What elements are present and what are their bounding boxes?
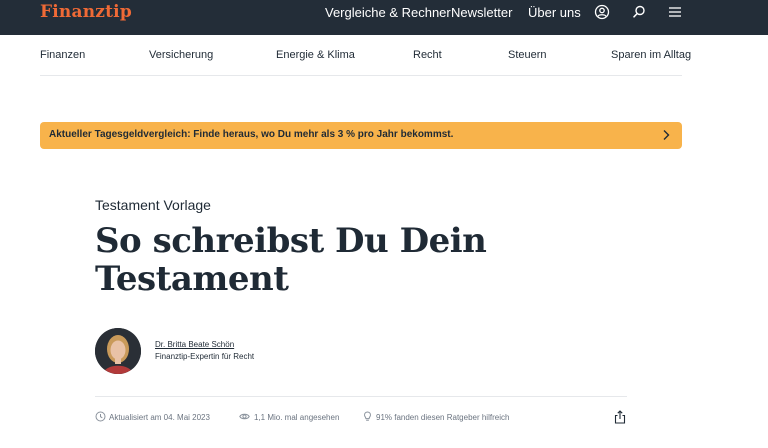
user-icon[interactable] (594, 4, 610, 20)
finanztip-logo[interactable]: Finanztip (40, 2, 132, 22)
nav-ueber-uns[interactable]: Über uns (528, 5, 581, 20)
category-nav-divider (40, 75, 682, 76)
search-icon[interactable] (631, 4, 647, 20)
category-finanzen[interactable]: Finanzen (40, 49, 85, 61)
category-recht[interactable]: Recht (413, 49, 442, 61)
author-portrait-icon (95, 328, 141, 374)
chevron-right-icon (663, 130, 670, 140)
meta-views: 1,1 Mio. mal angesehen (254, 413, 340, 422)
eye-icon (239, 413, 250, 420)
category-sparen-im-alltag[interactable]: Sparen im Alltag (611, 49, 691, 61)
meta-divider (95, 396, 627, 397)
author-avatar (95, 328, 141, 374)
lightbulb-icon (364, 411, 371, 421)
page-title: So schreibst Du Dein Testament (95, 221, 487, 299)
article-kicker: Testament Vorlage (95, 197, 211, 213)
nav-vergleiche-rechner[interactable]: Vergleiche & Rechner (325, 5, 451, 20)
meta-helpful: 91% fanden diesen Ratgeber hilfreich (376, 413, 510, 422)
meta-updated: Aktualisiert am 04. Mai 2023 (109, 413, 210, 422)
nav-newsletter[interactable]: Newsletter (451, 5, 512, 20)
tagesgeld-banner[interactable]: Aktueller Tagesgeldvergleich: Finde hera… (40, 122, 682, 149)
top-bar: Finanztip Vergleiche & Rechner Newslette… (0, 0, 768, 35)
banner-text: Aktueller Tagesgeldvergleich: Finde hera… (49, 129, 454, 140)
category-energie-klima[interactable]: Energie & Klima (276, 49, 355, 61)
author-role: Finanztip-Expertin für Recht (155, 352, 255, 361)
category-versicherung[interactable]: Versicherung (149, 49, 213, 61)
category-steuern[interactable]: Steuern (508, 49, 547, 61)
clock-icon (95, 411, 106, 422)
menu-icon[interactable] (667, 4, 683, 20)
share-icon[interactable] (614, 410, 626, 424)
author-name-link[interactable]: Dr. Britta Beate Schön (155, 340, 234, 349)
